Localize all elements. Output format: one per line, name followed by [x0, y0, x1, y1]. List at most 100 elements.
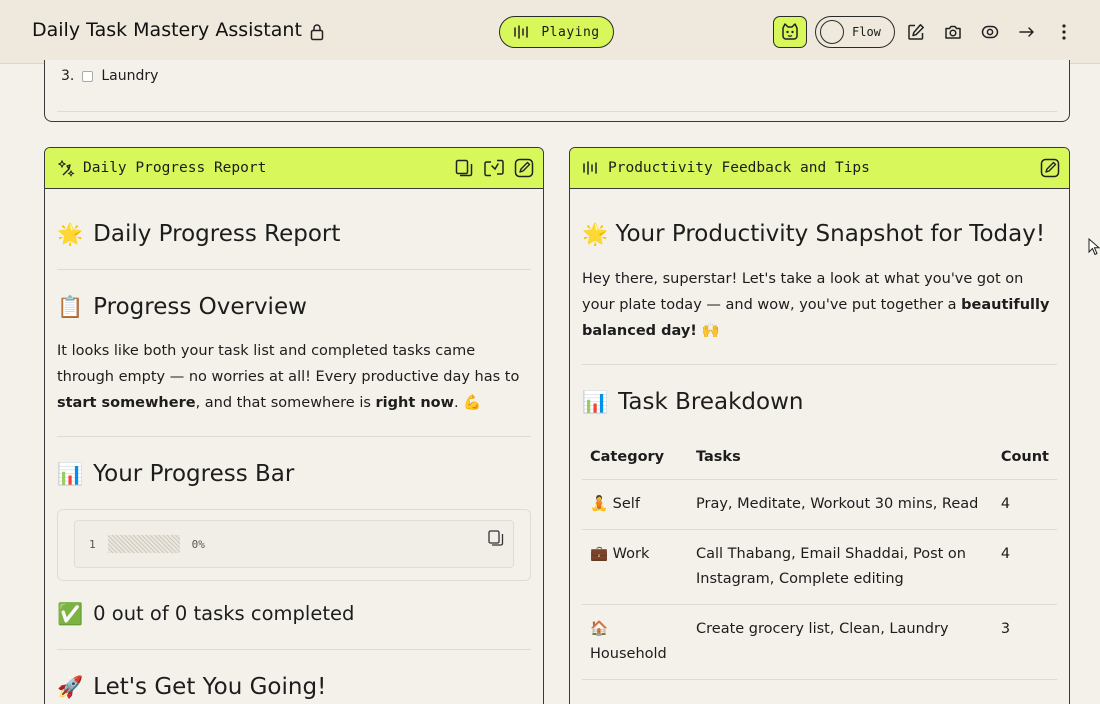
- productivity-feedback-panel: Productivity Feedback and Tips 🌟 Your Pr…: [569, 147, 1070, 704]
- mouse-cursor-icon: [1088, 238, 1100, 256]
- column-header: Category: [582, 441, 688, 480]
- list-item-number: 3.: [61, 68, 75, 84]
- overview-text: It looks like both your task list and co…: [57, 343, 520, 385]
- category-cell: 💼 Work: [582, 529, 688, 605]
- camera-icon: [945, 25, 961, 39]
- task-checkbox[interactable]: [82, 70, 94, 82]
- flow-label: Flow: [852, 25, 881, 39]
- count-cell: 3: [992, 604, 1057, 680]
- intro-paragraph: Hey there, superstar! Let's take a look …: [582, 266, 1057, 344]
- count-cell: 4: [992, 529, 1057, 605]
- flow-toggle[interactable]: Flow: [815, 16, 895, 48]
- copy-button[interactable]: [453, 157, 475, 179]
- category-label: Self: [612, 496, 640, 512]
- overview-text: , and that somewhere is: [195, 395, 376, 411]
- category-cell: 🧘 Self: [582, 479, 688, 530]
- playing-label: Playing: [541, 24, 600, 40]
- overview-bold: right now: [375, 395, 455, 411]
- edit-button[interactable]: [1039, 157, 1061, 179]
- category-cell: 🏠 Household: [582, 604, 688, 680]
- more-vertical-icon: [1062, 24, 1066, 40]
- refresh-icon: [484, 159, 504, 177]
- screenshot-button[interactable]: [941, 16, 965, 48]
- overview-heading: 📋 Progress Overview: [57, 292, 531, 322]
- top-bar: Daily Task Mastery Assistant Playing Flo…: [0, 0, 1100, 64]
- divider: [57, 111, 1057, 112]
- completed-count-text: 0 out of 0 tasks completed: [93, 602, 355, 625]
- overview-text: . 💪: [454, 395, 482, 411]
- task-breakdown-table: Category Tasks Count 🧘 Self Pray, Medita…: [582, 441, 1057, 680]
- copy-icon[interactable]: [487, 529, 505, 547]
- code-block: 1 0%: [74, 520, 514, 568]
- task-list-card: 3. Laundry: [44, 60, 1070, 122]
- progress-bar-graphic: [107, 535, 180, 553]
- divider: [57, 649, 531, 650]
- daily-progress-panel: Daily Progress Report 🌟 Daily Progress R…: [44, 147, 544, 704]
- category-emoji: 💼: [590, 546, 609, 562]
- edit-icon: [908, 24, 924, 40]
- lock-icon[interactable]: [310, 23, 324, 41]
- star-emoji: 🌟: [57, 222, 84, 246]
- table-header-row: Category Tasks Count: [582, 441, 1057, 480]
- eye-icon: [981, 25, 999, 39]
- check-emoji: ✅: [57, 602, 84, 626]
- list-item: 3. Laundry: [61, 68, 158, 84]
- next-heading-text: Let's Get You Going!: [93, 674, 327, 700]
- waveform-icon: [514, 25, 529, 39]
- overview-bold: start somewhere: [57, 395, 196, 411]
- progress-bar-heading-text: Your Progress Bar: [93, 461, 295, 487]
- bot-button[interactable]: [773, 16, 807, 48]
- column-header: Count: [992, 441, 1057, 480]
- bot-icon: [782, 23, 798, 40]
- category-emoji: 🧘: [590, 496, 609, 512]
- breakdown-heading-text: Task Breakdown: [618, 389, 804, 415]
- category-emoji: 🏠: [590, 621, 609, 637]
- tasks-cell: Create grocery list, Clean, Laundry: [688, 604, 993, 680]
- divider: [57, 436, 531, 437]
- clipboard-emoji: 📋: [57, 295, 84, 319]
- app-title: Daily Task Mastery Assistant: [32, 19, 302, 41]
- divider: [57, 269, 531, 270]
- copy-icon: [455, 159, 473, 177]
- regenerate-button[interactable]: [483, 157, 505, 179]
- panel-title: Daily Progress Report: [83, 160, 267, 176]
- progress-percent: 0%: [191, 537, 205, 551]
- table-row: 💼 Work Call Thabang, Email Shaddai, Post…: [582, 529, 1057, 605]
- chart-emoji: 📊: [57, 462, 84, 486]
- breakdown-heading: 📊 Task Breakdown: [582, 387, 1057, 417]
- intro-text: 🙌: [696, 323, 720, 339]
- more-button[interactable]: [1052, 16, 1076, 48]
- edit-icon: [514, 158, 534, 178]
- next-heading: 🚀 Let's Get You Going!: [57, 672, 531, 702]
- edit-button[interactable]: [513, 157, 535, 179]
- edit-icon: [1040, 158, 1060, 178]
- snapshot-title: 🌟 Your Productivity Snapshot for Today!: [582, 219, 1057, 250]
- sparkle-icon: [57, 159, 75, 177]
- overview-paragraph: It looks like both your task list and co…: [57, 338, 531, 416]
- table-row: 🏠 Household Create grocery list, Clean, L…: [582, 604, 1057, 680]
- share-button[interactable]: [1015, 16, 1039, 48]
- panel-title: Productivity Feedback and Tips: [608, 160, 870, 176]
- tasks-cell: Pray, Meditate, Workout 30 mins, Read: [688, 479, 993, 530]
- report-title: 🌟 Daily Progress Report: [57, 219, 531, 249]
- playing-status-button[interactable]: Playing: [499, 16, 614, 48]
- progress-bar-heading: 📊 Your Progress Bar: [57, 459, 531, 489]
- count-cell: 4: [992, 479, 1057, 530]
- column-header: Tasks: [688, 441, 993, 480]
- preview-button[interactable]: [978, 16, 1002, 48]
- category-label: Household: [590, 646, 667, 662]
- star-emoji: 🌟: [582, 222, 609, 246]
- code-block-container: 1 0%: [57, 509, 531, 581]
- panel-header: Productivity Feedback and Tips: [570, 148, 1069, 189]
- list-item-label: Laundry: [101, 68, 159, 84]
- intro-text: Hey there, superstar! Let's take a look …: [582, 271, 1024, 313]
- chart-emoji: 📊: [582, 390, 609, 414]
- edit-button[interactable]: [904, 16, 928, 48]
- rocket-emoji: 🚀: [57, 675, 84, 699]
- code-line-number: 1: [89, 537, 96, 551]
- tasks-cell: Call Thabang, Email Shaddai, Post on Ins…: [688, 529, 993, 605]
- table-row: 🧘 Self Pray, Meditate, Workout 30 mins, …: [582, 479, 1057, 530]
- snapshot-title-text: Your Productivity Snapshot for Today!: [615, 221, 1046, 247]
- panel-header: Daily Progress Report: [45, 148, 543, 189]
- report-title-text: Daily Progress Report: [93, 221, 341, 247]
